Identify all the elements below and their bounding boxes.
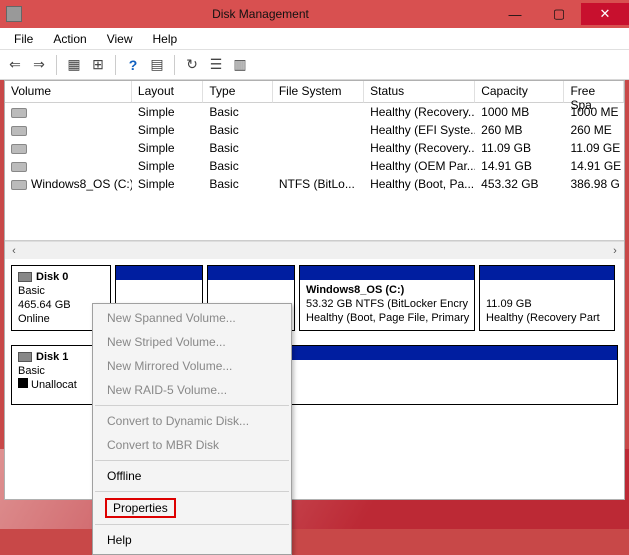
separator: [56, 55, 57, 75]
scroll-right-icon[interactable]: ›: [606, 243, 624, 259]
window-title: Disk Management: [28, 7, 493, 21]
disk-0-type: Basic: [18, 284, 104, 298]
separator: [95, 460, 289, 461]
toolbar: ⇐ ⇒ ▦ ⊞ ? ▤ ↻ ☰ ▥: [0, 50, 629, 80]
volume-list: Volume Layout Type File System Status Ca…: [5, 81, 624, 241]
refresh-button[interactable]: ↻: [181, 54, 203, 76]
partition[interactable]: Windows8_OS (C:)53.32 GB NTFS (BitLocker…: [299, 265, 475, 331]
context-menu: New Spanned Volume... New Striped Volume…: [92, 303, 292, 555]
ctx-new-striped: New Striped Volume...: [93, 330, 291, 354]
minimize-button[interactable]: —: [493, 3, 537, 25]
ctx-properties-label: Properties: [105, 498, 176, 518]
partition-bar: [480, 266, 614, 280]
col-capacity[interactable]: Capacity: [475, 81, 564, 103]
partition-bar: [300, 266, 474, 280]
ctx-convert-mbr: Convert to MBR Disk: [93, 433, 291, 457]
show-hide-tree-button[interactable]: ▦: [63, 54, 85, 76]
disk-1-state: Unallocat: [31, 379, 77, 391]
partition-bar: [208, 266, 294, 280]
window-buttons: — ▢ ✕: [493, 3, 629, 25]
volume-icon: [11, 108, 27, 118]
col-layout[interactable]: Layout: [132, 81, 203, 103]
column-header-row: Volume Layout Type File System Status Ca…: [5, 81, 624, 103]
volume-icon: [11, 180, 27, 190]
col-free[interactable]: Free Spa: [564, 81, 624, 103]
horizontal-scrollbar[interactable]: ‹ ›: [5, 241, 624, 259]
separator: [95, 491, 289, 492]
col-volume[interactable]: Volume: [5, 81, 132, 103]
partition-body: Windows8_OS (C:)53.32 GB NTFS (BitLocker…: [300, 280, 474, 328]
disk-icon: [18, 352, 32, 362]
calendar-button[interactable]: ▤: [146, 54, 168, 76]
separator: [115, 55, 116, 75]
partition[interactable]: 11.09 GBHealthy (Recovery Part: [479, 265, 615, 331]
table-row[interactable]: SimpleBasicHealthy (Recovery...1000 MB10…: [5, 103, 624, 121]
grid-view-button[interactable]: ▥: [229, 54, 251, 76]
list-view-button[interactable]: ☰: [205, 54, 227, 76]
volume-icon: [11, 126, 27, 136]
menu-action[interactable]: Action: [45, 30, 94, 48]
help-button[interactable]: ?: [122, 54, 144, 76]
col-type[interactable]: Type: [203, 81, 272, 103]
ctx-new-raid5: New RAID-5 Volume...: [93, 378, 291, 402]
disk-1-label: Disk 1: [36, 350, 68, 364]
table-row[interactable]: Windows8_OS (C:)SimpleBasicNTFS (BitLo..…: [5, 175, 624, 193]
forward-button[interactable]: ⇒: [28, 54, 50, 76]
ctx-new-mirrored: New Mirrored Volume...: [93, 354, 291, 378]
separator: [95, 405, 289, 406]
partition-bar: [116, 266, 202, 280]
ctx-help[interactable]: Help: [93, 528, 291, 552]
table-row[interactable]: SimpleBasicHealthy (Recovery...11.09 GB1…: [5, 139, 624, 157]
unallocated-icon: [18, 378, 28, 388]
properties-button[interactable]: ⊞: [87, 54, 109, 76]
disk-0-label: Disk 0: [36, 270, 68, 284]
partition-body: 11.09 GBHealthy (Recovery Part: [480, 280, 614, 328]
ctx-convert-dynamic: Convert to Dynamic Disk...: [93, 409, 291, 433]
back-button[interactable]: ⇐: [4, 54, 26, 76]
disk-icon: [18, 272, 32, 282]
volume-icon: [11, 162, 27, 172]
ctx-properties[interactable]: Properties: [93, 495, 291, 521]
col-filesystem[interactable]: File System: [273, 81, 364, 103]
title-bar: Disk Management — ▢ ✕: [0, 0, 629, 28]
menu-help[interactable]: Help: [145, 30, 186, 48]
ctx-offline[interactable]: Offline: [93, 464, 291, 488]
menu-view[interactable]: View: [99, 30, 141, 48]
menu-bar: File Action View Help: [0, 28, 629, 50]
app-icon: [6, 6, 22, 22]
separator: [95, 524, 289, 525]
scroll-left-icon[interactable]: ‹: [5, 243, 23, 259]
col-status[interactable]: Status: [364, 81, 475, 103]
menu-file[interactable]: File: [6, 30, 41, 48]
maximize-button[interactable]: ▢: [537, 3, 581, 25]
close-button[interactable]: ✕: [581, 3, 629, 25]
table-row[interactable]: SimpleBasicHealthy (EFI Syste...260 MB26…: [5, 121, 624, 139]
volume-icon: [11, 144, 27, 154]
separator: [174, 55, 175, 75]
table-row[interactable]: SimpleBasicHealthy (OEM Par...14.91 GB14…: [5, 157, 624, 175]
ctx-new-spanned: New Spanned Volume...: [93, 306, 291, 330]
